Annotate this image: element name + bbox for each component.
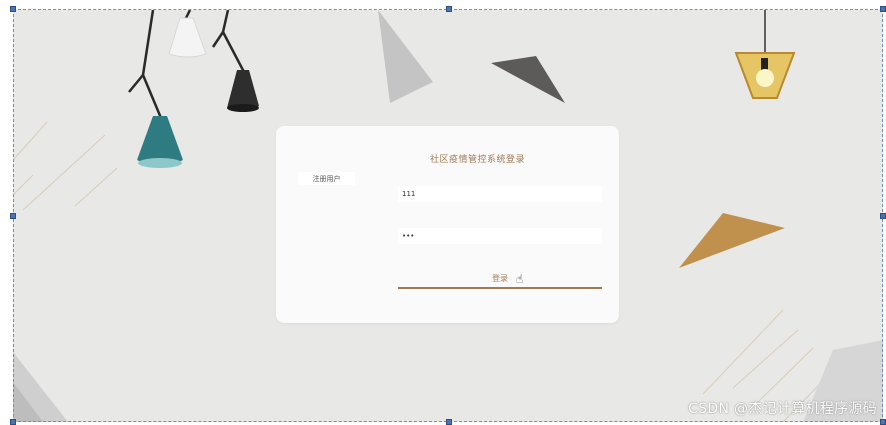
resize-handle-bottom-right[interactable] [880,419,886,425]
resize-handle-top-center[interactable] [446,6,452,12]
login-page-background: 社区疫情管控系统登录 注册用户 登录 ☝ CSDN @杰记计算机程序源码 [13,10,883,422]
register-button[interactable]: 注册用户 [298,172,355,185]
watermark: CSDN @杰记计算机程序源码 [688,401,877,417]
resize-handle-top-left[interactable] [10,6,16,12]
resize-handle-top-right[interactable] [880,6,886,12]
login-button[interactable]: 登录 [398,269,602,289]
resize-handle-middle-right[interactable] [880,213,886,219]
password-input[interactable] [398,228,602,244]
resize-handle-bottom-center[interactable] [446,419,452,425]
login-card: 社区疫情管控系统登录 注册用户 登录 ☝ [276,126,619,323]
username-input[interactable] [398,186,602,202]
hand-pointer-icon: ☝ [516,272,524,286]
resize-handle-bottom-left[interactable] [10,419,16,425]
resize-handle-middle-left[interactable] [10,213,16,219]
page-title: 社区疫情管控系统登录 [429,155,525,165]
